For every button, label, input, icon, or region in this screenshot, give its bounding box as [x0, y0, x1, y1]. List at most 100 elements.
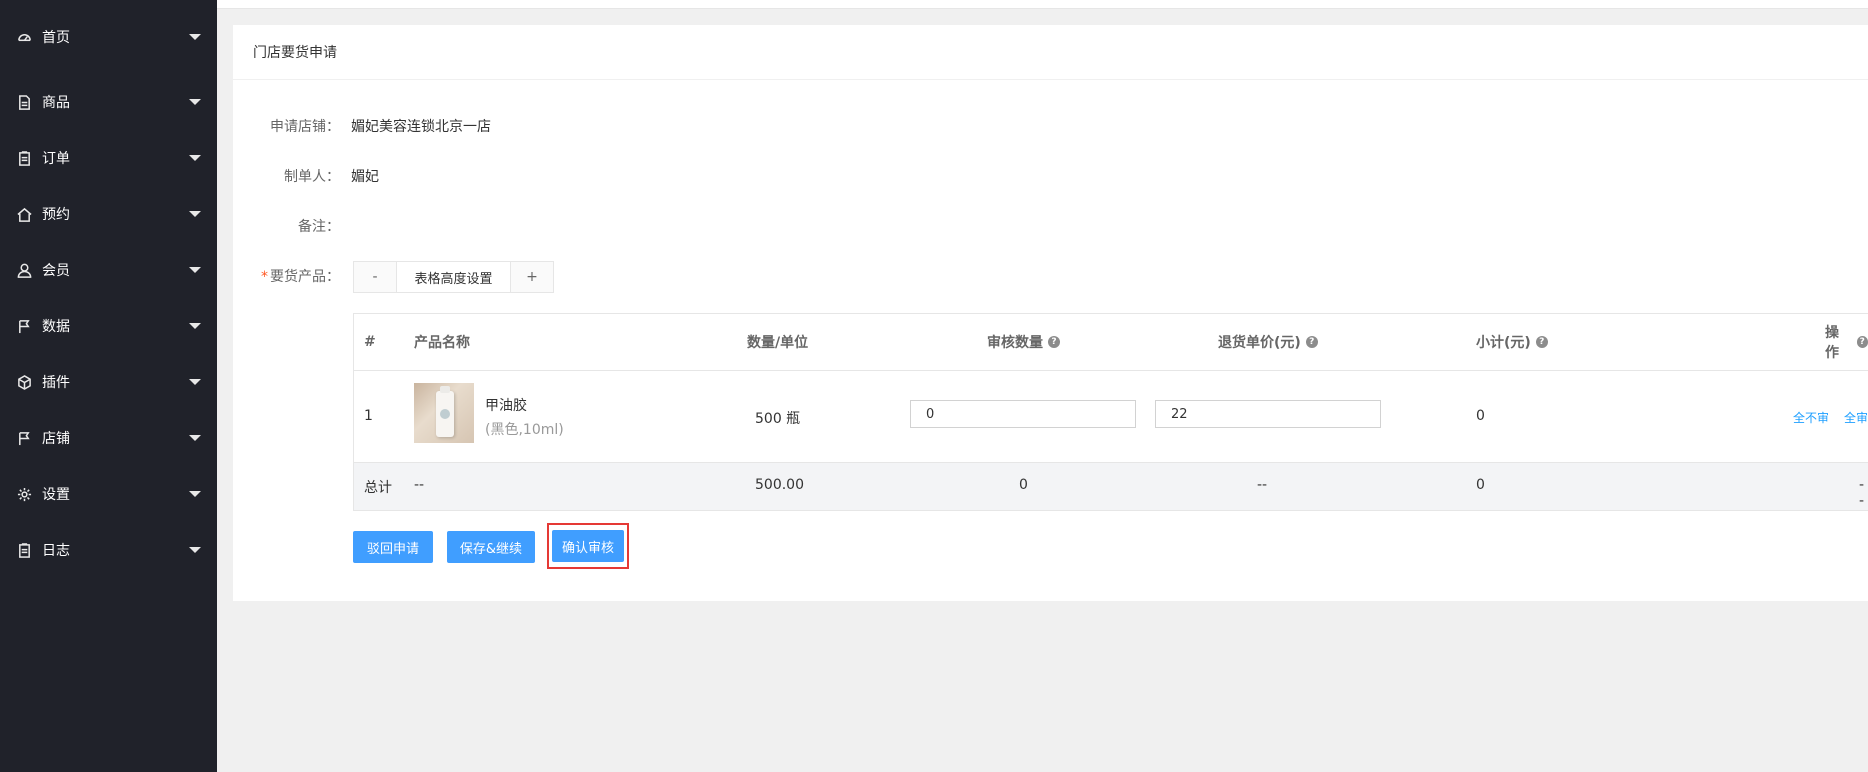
- dashboard-icon: [16, 29, 32, 45]
- header-subtotal: 小计(元)?: [1476, 332, 1548, 352]
- header-index: #: [364, 334, 376, 350]
- store-label: 申请店铺：: [270, 119, 340, 135]
- help-icon[interactable]: ?: [1535, 336, 1548, 348]
- maker-value: 媚妃: [351, 169, 379, 185]
- help-icon[interactable]: ?: [1048, 336, 1060, 348]
- card-title: 门店要货申请: [233, 25, 1868, 80]
- row-subtotal: 0: [1476, 408, 1485, 424]
- home-icon: [16, 206, 32, 222]
- reject-button[interactable]: 驳回申请: [353, 531, 433, 563]
- sidebar-item-label: 插件: [42, 375, 70, 391]
- height-setting-label: 表格高度设置: [396, 262, 511, 292]
- sidebar-item-label: 订单: [42, 151, 70, 167]
- header-product-name: 产品名称: [414, 335, 470, 351]
- store-value: 媚妃美容连锁北京一店: [351, 119, 491, 135]
- total-audit-qty: 0: [1019, 477, 1028, 493]
- sidebar-item-plugins[interactable]: 插件: [0, 354, 217, 410]
- sidebar-item-booking[interactable]: 预约: [0, 186, 217, 242]
- table-row: 1 甲油胶 (黑色,10ml) 500 瓶 0 22 0 全不审 全审: [354, 371, 1868, 463]
- chevron-down-icon: [189, 211, 201, 217]
- total-qty: 500.00: [755, 477, 804, 493]
- return-price-input[interactable]: 22: [1155, 400, 1381, 428]
- header-return-price: 退货单价(元)?: [1218, 332, 1318, 352]
- sidebar-item-label: 预约: [42, 207, 70, 223]
- help-icon[interactable]: ?: [1856, 336, 1868, 348]
- help-icon[interactable]: ?: [1305, 336, 1318, 348]
- table-header-row: # 产品名称 数量/单位 审核数量? 退货单价(元)? 小计(元)? 操作?: [354, 314, 1868, 371]
- chevron-down-icon: [189, 379, 201, 385]
- row-index: 1: [364, 408, 373, 424]
- sidebar-item-label: 商品: [42, 95, 70, 111]
- chevron-down-icon: [189, 99, 201, 105]
- confirm-audit-button[interactable]: 确认审核: [552, 530, 624, 562]
- chevron-down-icon: [189, 267, 201, 273]
- chevron-down-icon: [189, 155, 201, 161]
- top-bar: [217, 0, 1868, 9]
- remark-row: 备注：: [233, 216, 340, 236]
- total-label: 总计: [364, 480, 392, 496]
- sidebar-item-settings[interactable]: 设置: [0, 466, 217, 522]
- total-action: --: [1859, 477, 1865, 509]
- clipboard-icon: [16, 542, 32, 558]
- sidebar-item-label: 店铺: [42, 431, 70, 447]
- maker-row: 制单人： 媚妃: [233, 166, 379, 186]
- height-increase-button[interactable]: +: [511, 262, 553, 292]
- sidebar-item-label: 设置: [42, 487, 70, 503]
- header-audit-qty: 审核数量?: [987, 332, 1060, 352]
- chevron-down-icon: [189, 323, 201, 329]
- required-mark: *: [261, 269, 268, 285]
- header-qty-unit: 数量/单位: [747, 335, 809, 351]
- sidebar-item-logs[interactable]: 日志: [0, 522, 217, 578]
- chevron-down-icon: [189, 491, 201, 497]
- sidebar-item-products[interactable]: 商品: [0, 74, 217, 130]
- table-height-control: - 表格高度设置 +: [353, 261, 554, 293]
- header-audit-qty-text: 审核数量: [987, 335, 1043, 351]
- header-action: 操作?: [1825, 322, 1868, 362]
- sidebar-item-label: 日志: [42, 543, 70, 559]
- sidebar-item-data[interactable]: 数据: [0, 298, 217, 354]
- sidebar-item-orders[interactable]: 订单: [0, 130, 217, 186]
- chevron-down-icon: [189, 547, 201, 553]
- header-subtotal-text: 小计(元): [1476, 335, 1531, 351]
- total-return-price: --: [1257, 477, 1268, 493]
- product-thumbnail: [414, 383, 474, 443]
- audit-none-link[interactable]: 全不审: [1793, 409, 1829, 426]
- user-icon: [16, 262, 32, 278]
- flag-icon: [16, 430, 32, 446]
- chevron-down-icon: [189, 34, 201, 40]
- remark-label: 备注：: [298, 219, 340, 235]
- store-row: 申请店铺： 媚妃美容连锁北京一店: [233, 116, 491, 136]
- sidebar-item-label: 数据: [42, 319, 70, 335]
- sidebar-item-members[interactable]: 会员: [0, 242, 217, 298]
- document-icon: [16, 94, 32, 110]
- audit-qty-input[interactable]: 0: [910, 400, 1136, 428]
- qty-unit: 500 瓶: [755, 411, 801, 427]
- total-name: --: [414, 477, 425, 493]
- products-label-text: 要货产品：: [270, 269, 340, 285]
- flag-icon: [16, 318, 32, 334]
- sidebar-item-label: 首页: [42, 30, 70, 46]
- sidebar-item-home[interactable]: 首页: [0, 0, 217, 74]
- sidebar-item-label: 会员: [42, 263, 70, 279]
- audit-all-link[interactable]: 全审: [1844, 409, 1868, 426]
- product-name: 甲油胶: [485, 398, 527, 414]
- clipboard-icon: [16, 150, 32, 166]
- header-action-text: 操作: [1825, 325, 1839, 361]
- product-spec: (黑色,10ml): [485, 422, 564, 438]
- maker-label: 制单人：: [284, 169, 340, 185]
- products-row: * 要货产品：: [233, 266, 340, 286]
- sidebar-item-stores[interactable]: 店铺: [0, 410, 217, 466]
- header-return-price-text: 退货单价(元): [1218, 335, 1301, 351]
- save-continue-button[interactable]: 保存&继续: [447, 531, 535, 563]
- bottle-image: [436, 386, 454, 437]
- total-subtotal: 0: [1476, 477, 1485, 493]
- height-decrease-button[interactable]: -: [354, 262, 396, 292]
- products-table: # 产品名称 数量/单位 审核数量? 退货单价(元)? 小计(元)? 操作? 1…: [353, 313, 1868, 511]
- sidebar: 首页 商品 订单 预约 会员 数据 插件 店铺 设置 日志: [0, 0, 217, 772]
- total-row: 总计 -- 500.00 0 -- 0 --: [354, 463, 1868, 511]
- request-card: 门店要货申请 申请店铺： 媚妃美容连锁北京一店 制单人： 媚妃 备注： * 要货产…: [233, 25, 1868, 601]
- products-label: * 要货产品：: [233, 266, 340, 286]
- chevron-down-icon: [189, 435, 201, 441]
- gear-icon: [16, 486, 32, 502]
- cube-icon: [16, 374, 32, 390]
